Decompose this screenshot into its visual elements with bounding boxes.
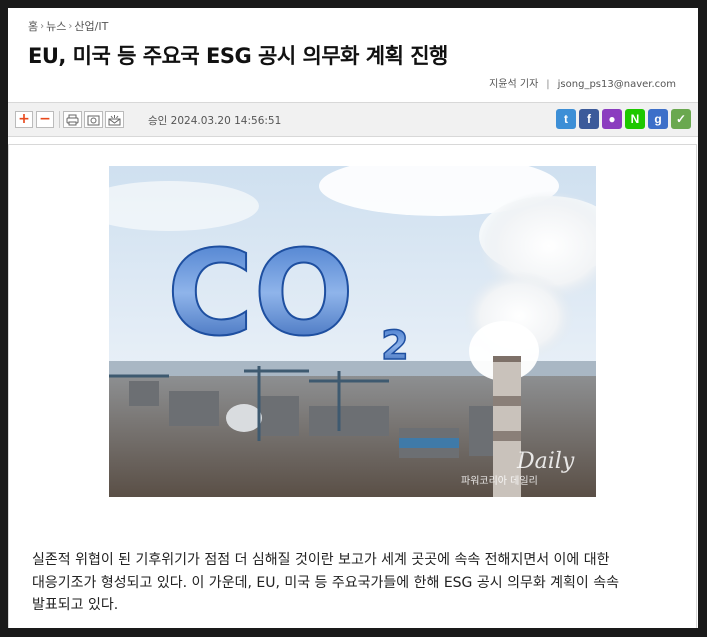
scrap-icon bbox=[87, 115, 100, 125]
article-title: EU, 미국 등 주요국 ESG 공시 의무화 계획 진행 bbox=[28, 44, 448, 68]
watermark-korean: 파워코리아 데일리 bbox=[461, 474, 538, 487]
naver-icon[interactable]: N bbox=[625, 109, 645, 129]
font-decrease-button[interactable]: − bbox=[36, 111, 54, 128]
breadcrumb-separator-icon: › bbox=[40, 20, 45, 32]
article-body: 실존적 위협이 된 기후위기가 점점 더 심해질 것이란 보고가 세계 곳곳에 … bbox=[32, 549, 682, 617]
body-line: 실존적 위협이 된 기후위기가 점점 더 심해질 것이란 보고가 세계 곳곳에 … bbox=[32, 552, 610, 568]
reporter-email[interactable]: jsong_ps13@naver.com bbox=[558, 79, 676, 90]
breadcrumb-home[interactable]: 홈 bbox=[28, 18, 38, 34]
article-photo[interactable]: CO 2 Daily 파워코리아 데일리 bbox=[109, 166, 596, 497]
body-line: 발표되고 있다. bbox=[32, 597, 119, 613]
breadcrumb: 홈 › 뉴스 › 산업/IT bbox=[28, 18, 108, 34]
scrap-button[interactable] bbox=[84, 111, 103, 128]
reporter-name: 지윤석 기자 bbox=[489, 79, 539, 90]
article-frame: 홈 › 뉴스 › 산업/IT EU, 미국 등 주요국 ESG 공시 의무화 계… bbox=[8, 8, 698, 628]
breadcrumb-news[interactable]: 뉴스 bbox=[46, 18, 66, 34]
print-button[interactable] bbox=[63, 111, 82, 128]
co2-factory-image: CO 2 Daily 파워코리아 데일리 bbox=[109, 166, 596, 497]
print-icon bbox=[66, 114, 79, 125]
article-toolbar: + − 승인 2024.03.20 14:56:51 t f ● Ng ✓ bbox=[8, 102, 698, 137]
breadcrumb-separator-icon: › bbox=[68, 20, 73, 32]
font-increase-button[interactable]: + bbox=[15, 111, 33, 128]
byline-divider: | bbox=[546, 79, 550, 90]
kakaostory-icon[interactable]: ● bbox=[602, 109, 622, 129]
breadcrumb-category[interactable]: 산업/IT bbox=[74, 18, 108, 34]
body-line: 대응기조가 형성되고 있다. 이 가운데, EU, 미국 등 주요국가들에 한해… bbox=[32, 574, 620, 591]
co2-subscript: 2 bbox=[381, 323, 409, 369]
co2-text: CO bbox=[167, 224, 354, 362]
band-icon[interactable]: ✓ bbox=[671, 109, 691, 129]
googleplus-icon[interactable]: g bbox=[648, 109, 668, 129]
email-button[interactable] bbox=[105, 111, 124, 128]
twitter-icon[interactable]: t bbox=[556, 109, 576, 129]
email-icon bbox=[108, 114, 121, 125]
byline: 지윤석 기자 | jsong_ps13@naver.com bbox=[489, 75, 676, 90]
watermark-daily: Daily bbox=[516, 449, 575, 474]
facebook-icon[interactable]: f bbox=[579, 109, 599, 129]
approval-date: 승인 2024.03.20 14:56:51 bbox=[148, 115, 282, 127]
toolbar-divider bbox=[59, 111, 60, 128]
